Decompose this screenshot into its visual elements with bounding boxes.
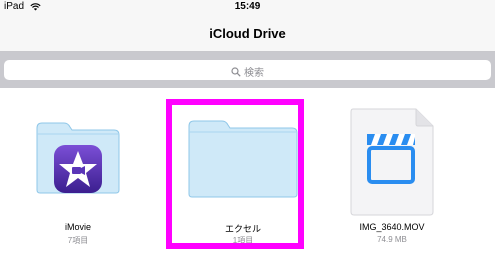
search-icon [231, 67, 241, 77]
search-placeholder: 検索 [244, 68, 264, 79]
status-bar: iPad 15:49 [0, 0, 495, 15]
imovie-app-icon [54, 145, 102, 193]
folder-icon [188, 120, 298, 198]
item-name: エクセル [224, 224, 261, 234]
navigation-bar: iCloud Drive [0, 15, 495, 52]
icloud-drive-screen: iPad 15:49 iCloud Drive 検索 iMovie 7項目 エク… [0, 0, 495, 263]
item-name: IMG_3640.MOV [359, 222, 425, 232]
file-grid: iMovie 7項目 エクセル 1項目 IMG_3640.MOV 74.9 MB [0, 88, 495, 263]
item-name: iMovie [64, 222, 91, 232]
page-title: iCloud Drive [209, 26, 286, 41]
folder-item-imovie[interactable]: iMovie 7項目 [18, 88, 138, 258]
search-input[interactable]: 検索 [4, 60, 491, 80]
folder-item-excel[interactable]: エクセル 1項目 [183, 88, 303, 258]
item-meta: 7項目 [67, 236, 89, 245]
status-time: 15:49 [234, 1, 261, 12]
item-meta: 74.9 MB [377, 235, 407, 244]
file-item-video[interactable]: IMG_3640.MOV 74.9 MB [332, 88, 452, 258]
item-meta: 1項目 [232, 236, 254, 245]
video-file-icon [350, 108, 434, 216]
search-bar: 検索 [0, 52, 495, 88]
